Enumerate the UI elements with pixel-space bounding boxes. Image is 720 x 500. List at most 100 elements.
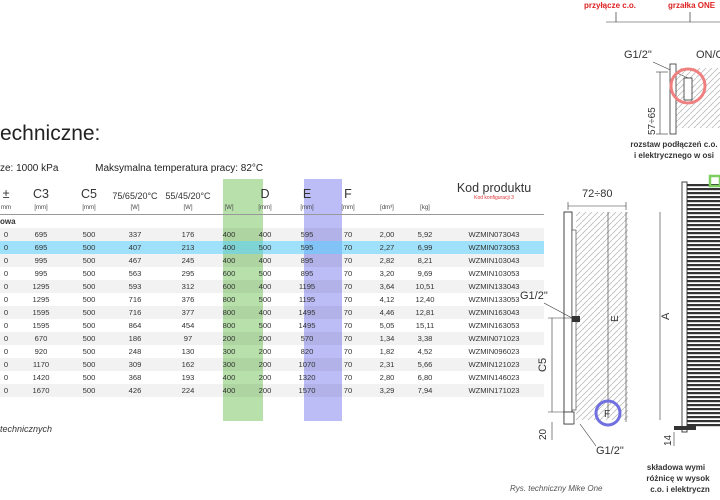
technical-table: ± C3 C5 75/65/20°C 55/45/20°C D E F Kod produktu… — [0, 181, 544, 397]
table-cell: 1,82 — [379, 347, 395, 356]
table-cell: 716 — [108, 306, 162, 319]
column-header-label: C3 — [33, 187, 49, 201]
table-cell: 5,92 — [406, 228, 444, 241]
table-cell: 563 — [128, 269, 142, 278]
table-cell: 6,99 — [406, 241, 444, 254]
table-cell: 820 — [300, 347, 314, 356]
table-cell: 70 — [328, 280, 368, 293]
table-cell: 295 — [181, 269, 195, 278]
table-cell: 800 — [222, 295, 236, 304]
table-row[interactable]: 0 995 500 467 245 400 400 895 70 2,82 8,21 WZMIN103… — [0, 254, 544, 267]
table-row[interactable]: 0 1420 500 368 193 400 200 1320 70 2,80 6,80 WZMIN1… — [0, 371, 544, 384]
table-cell: 4,52 — [417, 347, 433, 356]
label-g12-bot: G1/2" — [596, 445, 624, 457]
table-row[interactable]: 0 920 500 248 130 300 200 820 70 1,82 4,52 WZMIN096… — [0, 345, 544, 358]
label-skladowa-1: składowa wymi — [647, 463, 705, 472]
table-row[interactable]: 0 1295 500 716 376 800 500 1195 70 4,12 12,40 WZMIN… — [0, 293, 544, 306]
table-row[interactable]: 0 1670 500 426 224 400 200 1570 70 3,29 7,94 WZMIN1… — [0, 384, 544, 397]
table-cell: 400 — [214, 384, 244, 397]
table-cell: 400 — [244, 280, 286, 293]
table-cell: 1070 — [286, 358, 328, 371]
table-cell: 400 — [214, 228, 244, 241]
table-cell: 400 — [244, 254, 286, 267]
table-cell: 1420 — [32, 373, 50, 382]
table-cell: 570 — [286, 332, 328, 345]
table-cell: 193 — [181, 373, 195, 382]
table-cell: 15,11 — [415, 321, 435, 330]
table-row[interactable]: 0 670 500 186 97 200 200 570 70 1,34 3,38 WZMIN0710… — [0, 332, 544, 345]
unit-cell: [mm] — [328, 201, 368, 215]
table-cell: 3,64 — [368, 280, 406, 293]
table-row[interactable]: 0 1170 500 309 162 300 200 1070 70 2,31 5,66 WZMIN1… — [0, 358, 544, 371]
table-cell: 312 — [162, 280, 214, 293]
table-cell: 70 — [328, 228, 368, 241]
table-cell: 3,38 — [406, 332, 444, 345]
table-cell: 213 — [162, 241, 214, 254]
table-cell: 500 — [82, 321, 96, 330]
table-cell: 500 — [258, 269, 272, 278]
table-cell: 2,27 — [368, 241, 406, 254]
label-14: 14 — [663, 434, 674, 446]
unit-cell: [mm] — [12, 201, 70, 215]
table-cell: 70 — [328, 306, 368, 319]
table-row[interactable]: 0 1595 500 864 454 800 500 1495 70 5,05 15,11 WZMIN… — [0, 319, 544, 332]
unit-cell: [kg] — [406, 201, 444, 215]
label-przylacze: przyłącze c.o. — [584, 1, 636, 10]
column-header-2: C5 — [70, 181, 108, 201]
table-cell: 5,66 — [406, 358, 444, 371]
table-cell: 70 — [328, 254, 368, 267]
table-cell: 186 — [108, 332, 162, 345]
column-header-10 — [406, 181, 444, 201]
column-header-3: 75/65/20°C — [108, 181, 162, 201]
table-cell: 70 — [343, 269, 353, 278]
table-cell: 1170 — [12, 358, 70, 371]
table-cell: 500 — [70, 241, 108, 254]
table-cell: 4,46 — [368, 306, 406, 319]
table-row[interactable]: 0 695 500 407 213 400 500 595 70 2,27 6,99 WZMIN073… — [0, 241, 544, 254]
table-row[interactable]: 0 1595 500 716 377 800 400 1495 70 4,46 12,81 WZMIN… — [0, 306, 544, 319]
label-20: 20 — [538, 428, 549, 440]
table-cell: 70 — [343, 321, 353, 330]
table-cell: 176 — [162, 228, 214, 241]
label-e: E — [610, 315, 621, 322]
column-header-6: D — [244, 181, 286, 201]
table-cell: 500 — [258, 321, 272, 330]
table-cell: 895 — [300, 269, 314, 278]
table-cell: 10,51 — [406, 280, 444, 293]
table-cell: 467 — [108, 254, 162, 267]
label-a: A — [660, 312, 672, 320]
table-cell: 200 — [258, 373, 272, 382]
table-cell: 70 — [328, 358, 368, 371]
table-cell: 1195 — [298, 295, 316, 304]
table-row[interactable]: 0 1295 500 593 312 600 400 1195 70 3,64 10,51 WZMIN… — [0, 280, 544, 293]
label-57-65: 57÷65 — [647, 107, 658, 135]
table-cell: 2,80 — [379, 373, 395, 382]
page-title: echniczne: — [0, 122, 101, 145]
table-units-row: mm [mm] [mm] [W] [W] [W] [mm] [mm] [mm] [dm³] [kg] — [0, 201, 544, 215]
column-header-9 — [368, 181, 406, 201]
label-rozstaw-2: i elektrycznego w osi — [634, 151, 714, 160]
table-cell: 595 — [286, 241, 328, 254]
table-cell: 300 — [222, 347, 236, 356]
table-cell: 500 — [82, 269, 96, 278]
table-cell: 0 — [0, 358, 12, 371]
table-row[interactable]: 0 995 500 563 295 600 500 895 70 3,20 9,69 WZMIN103… — [0, 267, 544, 280]
table-cell: 6,80 — [417, 373, 433, 382]
label-g12-mid: G1/2" — [520, 290, 548, 302]
drawing-caption: Rys. techniczny Mike One — [510, 484, 603, 493]
table-cell: 7,94 — [406, 384, 444, 397]
table-cell: 500 — [82, 295, 96, 304]
column-header-0: ± — [0, 181, 12, 201]
table-cell: 70 — [328, 332, 368, 345]
table-cell: 12,81 — [406, 306, 444, 319]
table-cell: 224 — [162, 384, 214, 397]
table-row[interactable]: 0 695 500 337 176 400 400 595 70 2,00 5,92 WZMIN073… — [0, 228, 544, 241]
label-skladowa-3: c.o. i elektryczn — [650, 485, 710, 494]
table-cell: 200 — [244, 358, 286, 371]
table-cell: 800 — [214, 306, 244, 319]
column-header-label: 75/65/20°C — [112, 191, 158, 201]
table-cell: 0 — [3, 373, 9, 382]
table-cell: 595 — [286, 228, 328, 241]
table-cell: 2,00 — [368, 228, 406, 241]
table-cell: 995 — [34, 269, 48, 278]
